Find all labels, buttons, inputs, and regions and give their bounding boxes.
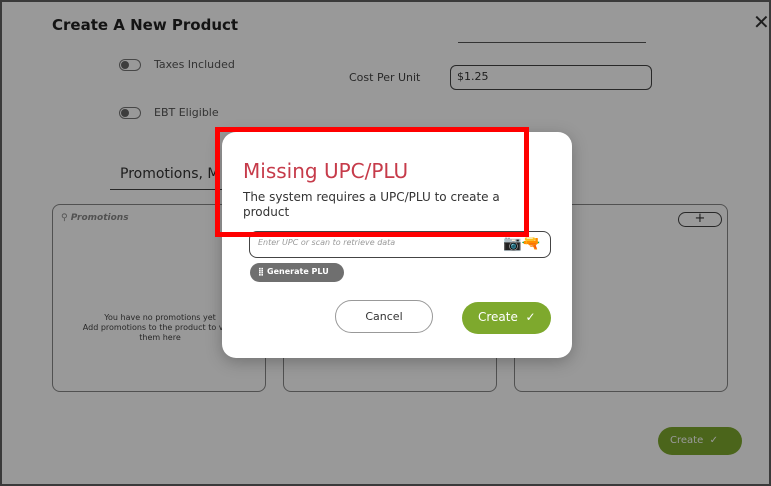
cancel-button[interactable]: Cancel — [335, 300, 433, 333]
generate-plu-button[interactable]: ⣿ Generate PLU — [250, 263, 344, 282]
check-icon: ✓ — [525, 310, 536, 324]
create-button[interactable]: Create ✓ — [462, 302, 551, 334]
barcode-icon: ⣿ — [258, 267, 268, 276]
create-product-screen: Create A New Product ✕ Taxes Included EB… — [0, 0, 771, 486]
highlight-box — [215, 127, 529, 237]
